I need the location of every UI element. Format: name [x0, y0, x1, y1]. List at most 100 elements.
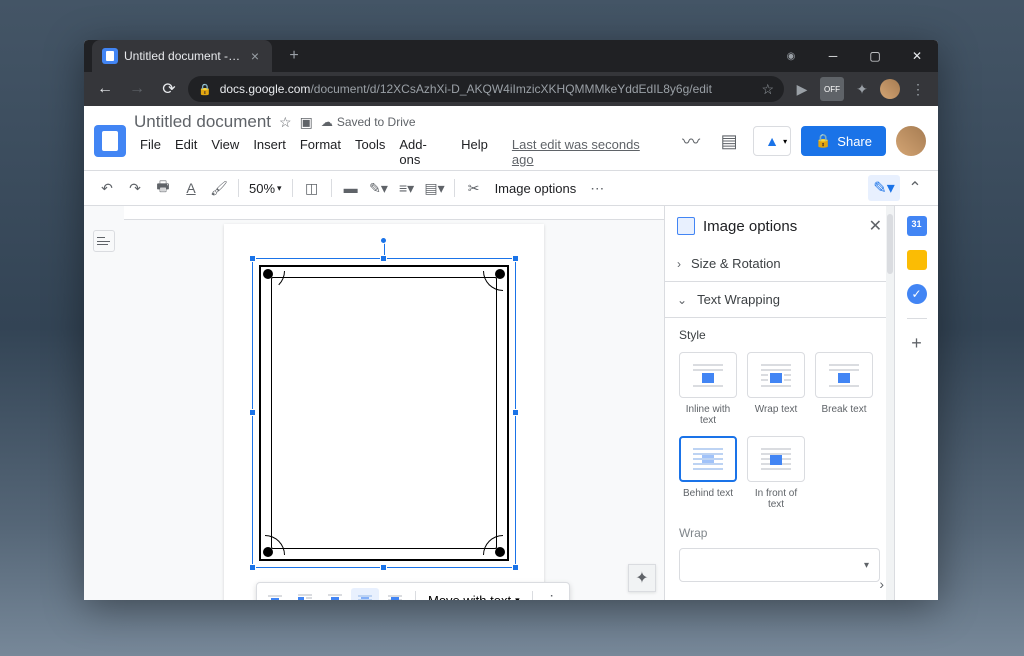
inline-wrap-button[interactable]: [261, 588, 289, 600]
browser-urlbar: ← → ⟳ 🔒 docs.google.com/document/d/12XCs…: [84, 72, 938, 106]
calendar-icon[interactable]: [907, 216, 927, 236]
scrollbar[interactable]: [886, 206, 894, 600]
resize-handle[interactable]: [249, 409, 256, 416]
extension-icon[interactable]: OFF: [820, 77, 844, 101]
style-label: Style: [679, 328, 880, 342]
docs-logo-icon[interactable]: [94, 125, 126, 157]
resize-handle[interactable]: [249, 564, 256, 571]
extension-icon[interactable]: ▶: [790, 77, 814, 101]
browser-menu-icon[interactable]: ⋮: [906, 77, 930, 101]
border-color-button[interactable]: ▬: [338, 175, 364, 201]
menu-tools[interactable]: Tools: [349, 134, 391, 170]
profile-avatar[interactable]: [880, 79, 900, 99]
back-button[interactable]: ←: [92, 76, 118, 102]
resize-handle[interactable]: [380, 564, 387, 571]
maximize-button[interactable]: ▢: [854, 40, 896, 72]
user-avatar[interactable]: [896, 126, 926, 156]
size-rotation-section[interactable]: › Size & Rotation: [665, 246, 894, 282]
horizontal-ruler[interactable]: [124, 206, 664, 220]
menu-view[interactable]: View: [205, 134, 245, 170]
menu-file[interactable]: File: [134, 134, 167, 170]
new-tab-button[interactable]: +: [280, 42, 308, 70]
redo-button[interactable]: ↷: [122, 175, 148, 201]
window-controls: ◉ ─ ▢ ✕: [770, 40, 938, 72]
present-button[interactable]: ▲: [753, 126, 791, 156]
bookmark-star-icon[interactable]: ☆: [761, 81, 774, 98]
activity-icon[interactable]: 〰: [677, 127, 705, 155]
document-canvas[interactable]: Move with text▾ ⋮ ✦: [124, 206, 664, 600]
saved-status[interactable]: ☁Saved to Drive: [321, 115, 416, 129]
outline-toggle-button[interactable]: [93, 230, 115, 252]
resize-handle[interactable]: [380, 255, 387, 262]
wrap-option-label: Inline with text: [679, 404, 737, 426]
image-options-button[interactable]: Image options: [489, 181, 583, 196]
image-selection[interactable]: [252, 258, 516, 568]
menu-insert[interactable]: Insert: [247, 134, 292, 170]
browser-tab[interactable]: Untitled document - Google Doc ×: [92, 40, 272, 72]
float-toolbar-menu[interactable]: ⋮: [539, 587, 565, 600]
border-dash-button[interactable]: ≡▾: [394, 175, 420, 201]
comments-icon[interactable]: ▤: [715, 127, 743, 155]
wrap-option-label: Wrap text: [755, 404, 798, 415]
expand-panel-button[interactable]: ›: [879, 576, 884, 592]
menu-help[interactable]: Help: [455, 134, 494, 170]
image-options-panel: Image options ✕ › Size & Rotation ⌄ Text…: [664, 206, 894, 600]
star-icon[interactable]: ☆: [279, 114, 292, 131]
spellcheck-button[interactable]: A: [178, 175, 204, 201]
url-text: docs.google.com/document/d/12XCsAzhXi-D_…: [220, 82, 754, 96]
tasks-icon[interactable]: [907, 284, 927, 304]
collapse-toolbar-button[interactable]: ⌃: [902, 175, 928, 201]
wrap-option-behind[interactable]: [679, 436, 737, 482]
audio-icon[interactable]: ◉: [770, 40, 812, 72]
menu-format[interactable]: Format: [294, 134, 347, 170]
explore-button[interactable]: ✦: [628, 564, 656, 592]
menu-addons[interactable]: Add-ons: [393, 134, 453, 170]
minimize-button[interactable]: ─: [812, 40, 854, 72]
chevron-right-icon: ›: [677, 257, 681, 271]
wrap-option-front[interactable]: [747, 436, 805, 482]
move-icon[interactable]: ▣: [300, 114, 313, 131]
more-button[interactable]: ⋯: [584, 175, 610, 201]
undo-button[interactable]: ↶: [94, 175, 120, 201]
break-text-button[interactable]: [321, 588, 349, 600]
image-rotate-button[interactable]: ▤▾: [422, 175, 448, 201]
close-button[interactable]: ✕: [896, 40, 938, 72]
menubar: File Edit View Insert Format Tools Add-o…: [134, 134, 669, 170]
wrap-select[interactable]: ▾: [679, 548, 880, 582]
print-button[interactable]: 🖶: [150, 175, 176, 201]
reload-button[interactable]: ⟳: [156, 76, 182, 102]
crop-button[interactable]: ✂: [461, 175, 487, 201]
tab-close-icon[interactable]: ×: [248, 49, 262, 63]
wrap-label: Wrap: [679, 526, 880, 540]
forward-button[interactable]: →: [124, 76, 150, 102]
crop-image-button[interactable]: ◫: [299, 175, 325, 201]
text-wrapping-section[interactable]: ⌄ Text Wrapping: [665, 282, 894, 318]
rotate-handle[interactable]: [380, 237, 387, 244]
close-panel-button[interactable]: ✕: [869, 216, 882, 236]
keep-icon[interactable]: [907, 250, 927, 270]
paint-format-button[interactable]: 🖌: [206, 175, 232, 201]
resize-handle[interactable]: [512, 409, 519, 416]
move-with-text-dropdown[interactable]: Move with text▾: [422, 593, 526, 601]
extensions-button[interactable]: ✦: [850, 77, 874, 101]
editing-mode-button[interactable]: ✎▾: [868, 175, 900, 201]
wrap-option-break[interactable]: [815, 352, 873, 398]
resize-handle[interactable]: [512, 255, 519, 262]
resize-handle[interactable]: [512, 564, 519, 571]
inserted-image: [259, 265, 509, 561]
wrap-text-button[interactable]: [291, 588, 319, 600]
panel-title: Image options: [703, 218, 861, 235]
last-edit-link[interactable]: Last edit was seconds ago: [506, 134, 669, 170]
border-weight-button[interactable]: ✎▾: [366, 175, 392, 201]
wrap-option-inline[interactable]: [679, 352, 737, 398]
document-title[interactable]: Untitled document: [134, 112, 271, 132]
behind-text-button[interactable]: [351, 588, 379, 600]
share-button[interactable]: 🔒Share: [801, 126, 886, 156]
menu-edit[interactable]: Edit: [169, 134, 203, 170]
wrap-option-wrap[interactable]: [747, 352, 805, 398]
front-text-button[interactable]: [381, 588, 409, 600]
address-bar[interactable]: 🔒 docs.google.com/document/d/12XCsAzhXi-…: [188, 76, 784, 102]
add-addon-button[interactable]: +: [911, 333, 922, 354]
zoom-dropdown[interactable]: 50%▾: [245, 181, 286, 196]
resize-handle[interactable]: [249, 255, 256, 262]
